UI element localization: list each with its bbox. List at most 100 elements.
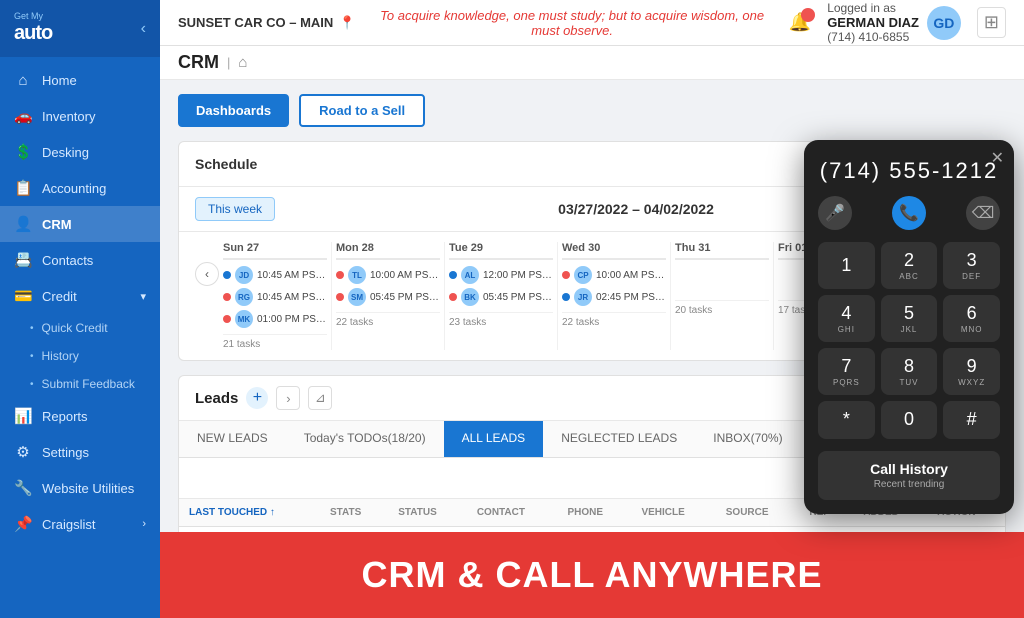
sidebar-item-desking[interactable]: 💲 Desking [0,134,160,170]
sidebar-item-inventory[interactable]: 🚗 Inventory [0,98,160,134]
topbar-quote: To acquire knowledge, one must study; bu… [371,8,772,38]
cal-col-sun: Sun 27 JD 10:45 AM PST,... RG 10:45 AM P… [219,242,332,350]
cal-event: CP 10:00 AM PST,... [562,266,666,284]
cal-day-thu: Thu 31 [675,242,769,260]
sidebar-item-accounting[interactable]: 📋 Accounting [0,170,160,206]
grid-menu-button[interactable]: ⊞ [977,7,1006,38]
leads-filter-button[interactable]: ⊿ [308,386,332,410]
reports-icon: 📊 [14,407,32,425]
sidebar-item-label: Craigslist [42,517,95,532]
cal-event: RG 10:45 AM PST,... [223,288,327,306]
event-avatar: JD [235,266,253,284]
sidebar-item-label: Credit [42,289,77,304]
tab-inbox[interactable]: INBOX(70%) [695,421,800,457]
tab-all-leads[interactable]: ALL LEADS [444,421,544,457]
sidebar-item-credit[interactable]: 💳 Credit ▾ [0,278,160,314]
sidebar-item-reports[interactable]: 📊 Reports [0,398,160,434]
sidebar-item-label: Contacts [42,253,93,268]
dialer-close-button[interactable]: ✕ [991,148,1004,168]
sidebar-item-history[interactable]: History [0,342,160,370]
breadcrumb-separator: | [227,55,230,70]
tab-new-leads[interactable]: NEW LEADS [179,421,286,457]
dialer-call-history-button[interactable]: Call History Recent trending [818,451,1000,500]
cal-day-tue: Tue 29 [449,242,553,260]
dialer-key-hash[interactable]: # [943,401,1000,439]
event-time: 05:45 PM PST,... [370,292,440,303]
home-icon: ⌂ [14,72,32,89]
event-dot [336,293,344,301]
sidebar-toggle-icon[interactable]: ‹ [141,20,146,38]
col-last-touched[interactable]: LAST TOUCHED ↑ [179,499,320,527]
event-avatar: RG [235,288,253,306]
dialer-key-3[interactable]: 3DEF [943,242,1000,289]
dialer-key-star[interactable]: * [818,401,875,439]
sidebar-item-settings[interactable]: ⚙ Settings [0,434,160,470]
event-avatar: SM [348,288,366,306]
sidebar-item-label: Home [42,73,77,88]
cal-event: TL 10:00 AM PST,... [336,266,440,284]
road-to-sell-button[interactable]: Road to a Sell [299,94,425,127]
dialer-key-7[interactable]: 7PQRS [818,348,875,395]
leads-arrow-button[interactable]: › [276,386,300,410]
cal-event: JR 02:45 PM PST,... [562,288,666,306]
col-source: SOURCE [716,499,800,527]
website-utilities-icon: 🔧 [14,479,32,497]
cal-event: JD 10:45 AM PST,... [223,266,327,284]
dialer-key-4[interactable]: 4GHI [818,295,875,342]
leads-add-button[interactable]: + [246,387,268,409]
dialer-key-0[interactable]: 0 [881,401,938,439]
crm-banner: CRM & CALL ANYWHERE [160,532,1024,618]
logo: Get My auto [14,12,52,45]
dialer-footer-sub: Recent trending [828,479,990,490]
page-title: CRM [178,52,219,73]
dialer-delete-button[interactable]: ⌫ [966,196,1000,230]
cal-tasks-sun: 21 tasks [223,334,327,350]
breadcrumb-home-icon[interactable]: ⌂ [238,54,247,71]
dialer-key-9[interactable]: 9WXYZ [943,348,1000,395]
event-time: 10:00 AM PST,... [596,270,666,281]
accounting-icon: 📋 [14,179,32,197]
sidebar-item-contacts[interactable]: 📇 Contacts [0,242,160,278]
this-week-badge[interactable]: This week [195,197,275,221]
dialer-mute-button[interactable]: 🎤 [818,196,852,230]
sidebar-item-submit-feedback[interactable]: Submit Feedback [0,370,160,398]
chevron-down-icon: ▾ [140,290,146,303]
sidebar-item-label: Website Utilities [42,481,134,496]
sidebar-item-crm[interactable]: 👤 CRM [0,206,160,242]
tab-neglected-leads[interactable]: NEGLECTED LEADS [543,421,695,457]
cal-col-wed: Wed 30 CP 10:00 AM PST,... JR 02:45 PM P… [558,242,671,350]
tab-todays-todos[interactable]: Today's TODOs(18/20) [286,421,444,457]
dialer-key-5[interactable]: 5JKL [881,295,938,342]
topbar: SUNSET CAR CO – MAIN 📍 To acquire knowle… [160,0,1024,46]
submit-feedback-label: Submit Feedback [42,377,135,391]
sidebar-item-craigslist[interactable]: 📌 Craigslist › [0,506,160,542]
event-time: 10:45 AM PST,... [257,292,327,303]
logged-in-label: Logged in as GERMAN DIAZ (714) 410-6855 [827,1,919,44]
dialer-footer-title: Call History [828,461,990,477]
avatar-initials: GD [933,15,954,31]
leads-title: Leads [195,390,238,407]
cal-col-thu: Thu 31 20 tasks [671,242,774,350]
event-dot [336,271,344,279]
main-area: SUNSET CAR CO – MAIN 📍 To acquire knowle… [160,0,1024,618]
dialer-key-6[interactable]: 6MNO [943,295,1000,342]
event-dot [223,271,231,279]
event-dot [449,293,457,301]
sidebar-item-quick-credit[interactable]: Quick Credit [0,314,160,342]
dialer-key-2[interactable]: 2ABC [881,242,938,289]
sidebar-item-website-utilities[interactable]: 🔧 Website Utilities [0,470,160,506]
sidebar-item-label: Reports [42,409,88,424]
dashboards-button[interactable]: Dashboards [178,94,289,127]
dialer-key-8[interactable]: 8TUV [881,348,938,395]
dialer-controls: 🎤 📞 ⌫ [818,196,1000,230]
cal-tasks-thu: 20 tasks [675,300,769,316]
credit-icon: 💳 [14,287,32,305]
user-phone: (714) 410-6855 [827,30,909,44]
dialer-call-button[interactable]: 📞 [892,196,926,230]
sidebar-item-home[interactable]: ⌂ Home [0,63,160,98]
dialer-key-1[interactable]: 1 [818,242,875,289]
calendar-prev-button[interactable]: ‹ [195,262,219,286]
col-phone: PHONE [558,499,632,527]
action-buttons: Dashboards Road to a Sell [178,94,1006,127]
logged-in-text: Logged in as [827,1,896,15]
